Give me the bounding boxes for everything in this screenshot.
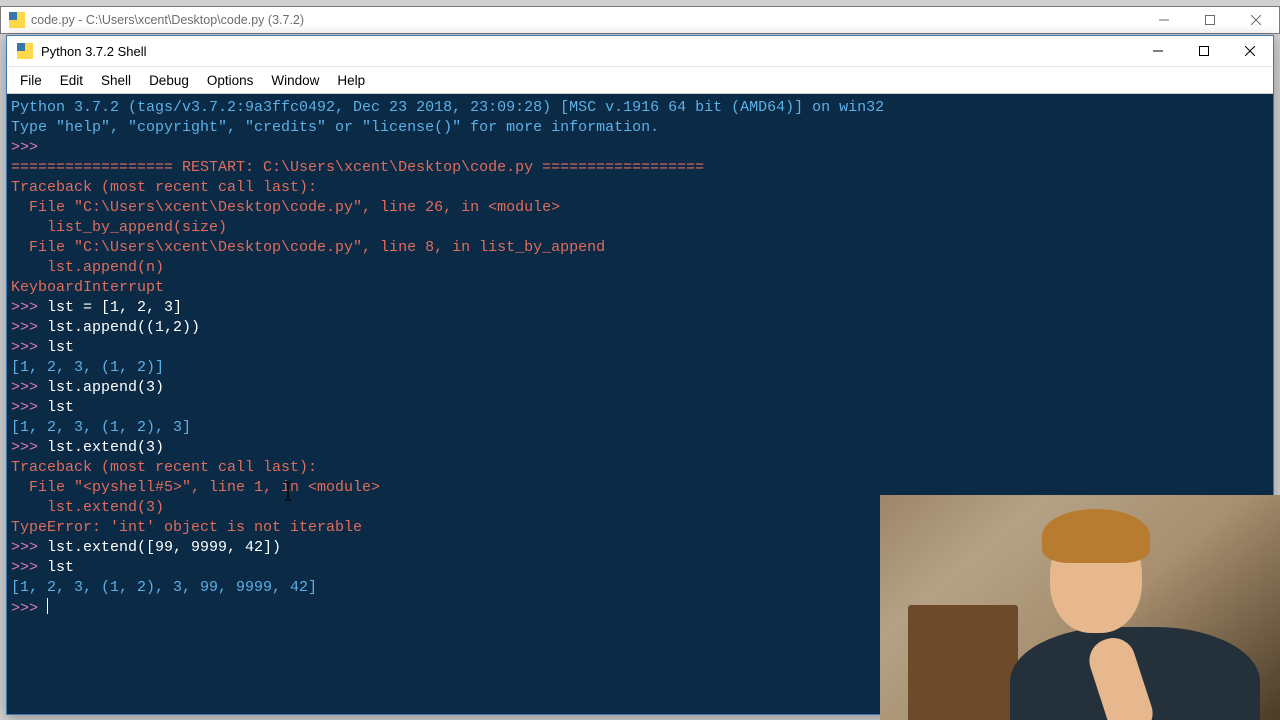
menu-options[interactable]: Options xyxy=(198,70,263,91)
menu-edit[interactable]: Edit xyxy=(51,70,92,91)
minimize-icon xyxy=(1153,46,1163,56)
editor-minimize-button[interactable] xyxy=(1141,7,1187,33)
shell-close-button[interactable] xyxy=(1227,36,1273,66)
shell-line: >>> lst.append(3) xyxy=(11,378,1252,398)
input-text: lst.append(3) xyxy=(47,379,164,396)
shell-line: File "C:\Users\xcent\Desktop\code.py", l… xyxy=(11,238,1252,258)
editor-maximize-button[interactable] xyxy=(1187,7,1233,33)
prompt: >>> xyxy=(11,319,47,336)
input-text: lst xyxy=(47,339,74,356)
input-text: lst xyxy=(47,399,74,416)
editor-close-button[interactable] xyxy=(1233,7,1279,33)
shell-line: >>> lst xyxy=(11,398,1252,418)
shell-maximize-button[interactable] xyxy=(1181,36,1227,66)
shell-titlebar[interactable]: Python 3.7.2 Shell xyxy=(7,36,1273,67)
prompt: >>> xyxy=(11,559,47,576)
prompt: >>> xyxy=(11,600,47,617)
prompt: >>> xyxy=(11,299,47,316)
input-text: lst.extend([99, 9999, 42]) xyxy=(47,539,281,556)
minimize-icon xyxy=(1159,15,1169,25)
shell-line: [1, 2, 3, (1, 2), 3] xyxy=(11,418,1252,438)
shell-minimize-button[interactable] xyxy=(1135,36,1181,66)
shell-line: lst.append(n) xyxy=(11,258,1252,278)
shell-line: Traceback (most recent call last): xyxy=(11,458,1252,478)
python-shell-icon xyxy=(17,43,33,59)
editor-title: code.py - C:\Users\xcent\Desktop\code.py… xyxy=(31,13,1141,27)
shell-line: [1, 2, 3, (1, 2)] xyxy=(11,358,1252,378)
menu-help[interactable]: Help xyxy=(328,70,374,91)
close-icon xyxy=(1245,46,1255,56)
prompt: >>> xyxy=(11,439,47,456)
shell-window-controls xyxy=(1135,36,1273,66)
input-text: lst = [1, 2, 3] xyxy=(47,299,182,316)
shell-line: >>> xyxy=(11,138,1252,158)
shell-line: >>> lst = [1, 2, 3] xyxy=(11,298,1252,318)
editor-window-controls xyxy=(1141,7,1279,33)
input-text: lst.append((1,2)) xyxy=(47,319,200,336)
python-file-icon xyxy=(9,12,25,28)
webcam-person xyxy=(1010,515,1260,720)
shell-line: >>> lst.append((1,2)) xyxy=(11,318,1252,338)
menu-file[interactable]: File xyxy=(11,70,51,91)
prompt: >>> xyxy=(11,379,47,396)
shell-line: KeyboardInterrupt xyxy=(11,278,1252,298)
close-icon xyxy=(1251,15,1261,25)
maximize-icon xyxy=(1205,15,1215,25)
shell-line: list_by_append(size) xyxy=(11,218,1252,238)
menu-debug[interactable]: Debug xyxy=(140,70,198,91)
shell-line: >>> lst xyxy=(11,338,1252,358)
webcam-overlay xyxy=(880,495,1280,720)
shell-line: Python 3.7.2 (tags/v3.7.2:9a3ffc0492, De… xyxy=(11,98,1252,118)
shell-line: Traceback (most recent call last): xyxy=(11,178,1252,198)
menu-window[interactable]: Window xyxy=(262,70,328,91)
menu-shell[interactable]: Shell xyxy=(92,70,140,91)
text-caret xyxy=(47,598,48,614)
shell-line: File "C:\Users\xcent\Desktop\code.py", l… xyxy=(11,198,1252,218)
shell-menubar: FileEditShellDebugOptionsWindowHelp xyxy=(7,67,1273,94)
maximize-icon xyxy=(1199,46,1209,56)
shell-line: >>> lst.extend(3) xyxy=(11,438,1252,458)
editor-window: code.py - C:\Users\xcent\Desktop\code.py… xyxy=(0,6,1280,34)
prompt: >>> xyxy=(11,399,47,416)
prompt: >>> xyxy=(11,339,47,356)
shell-line: ================== RESTART: C:\Users\xce… xyxy=(11,158,1252,178)
shell-line: Type "help", "copyright", "credits" or "… xyxy=(11,118,1252,138)
input-text: lst xyxy=(47,559,74,576)
shell-title: Python 3.7.2 Shell xyxy=(41,44,1135,59)
input-text: lst.extend(3) xyxy=(47,439,164,456)
prompt: >>> xyxy=(11,539,47,556)
